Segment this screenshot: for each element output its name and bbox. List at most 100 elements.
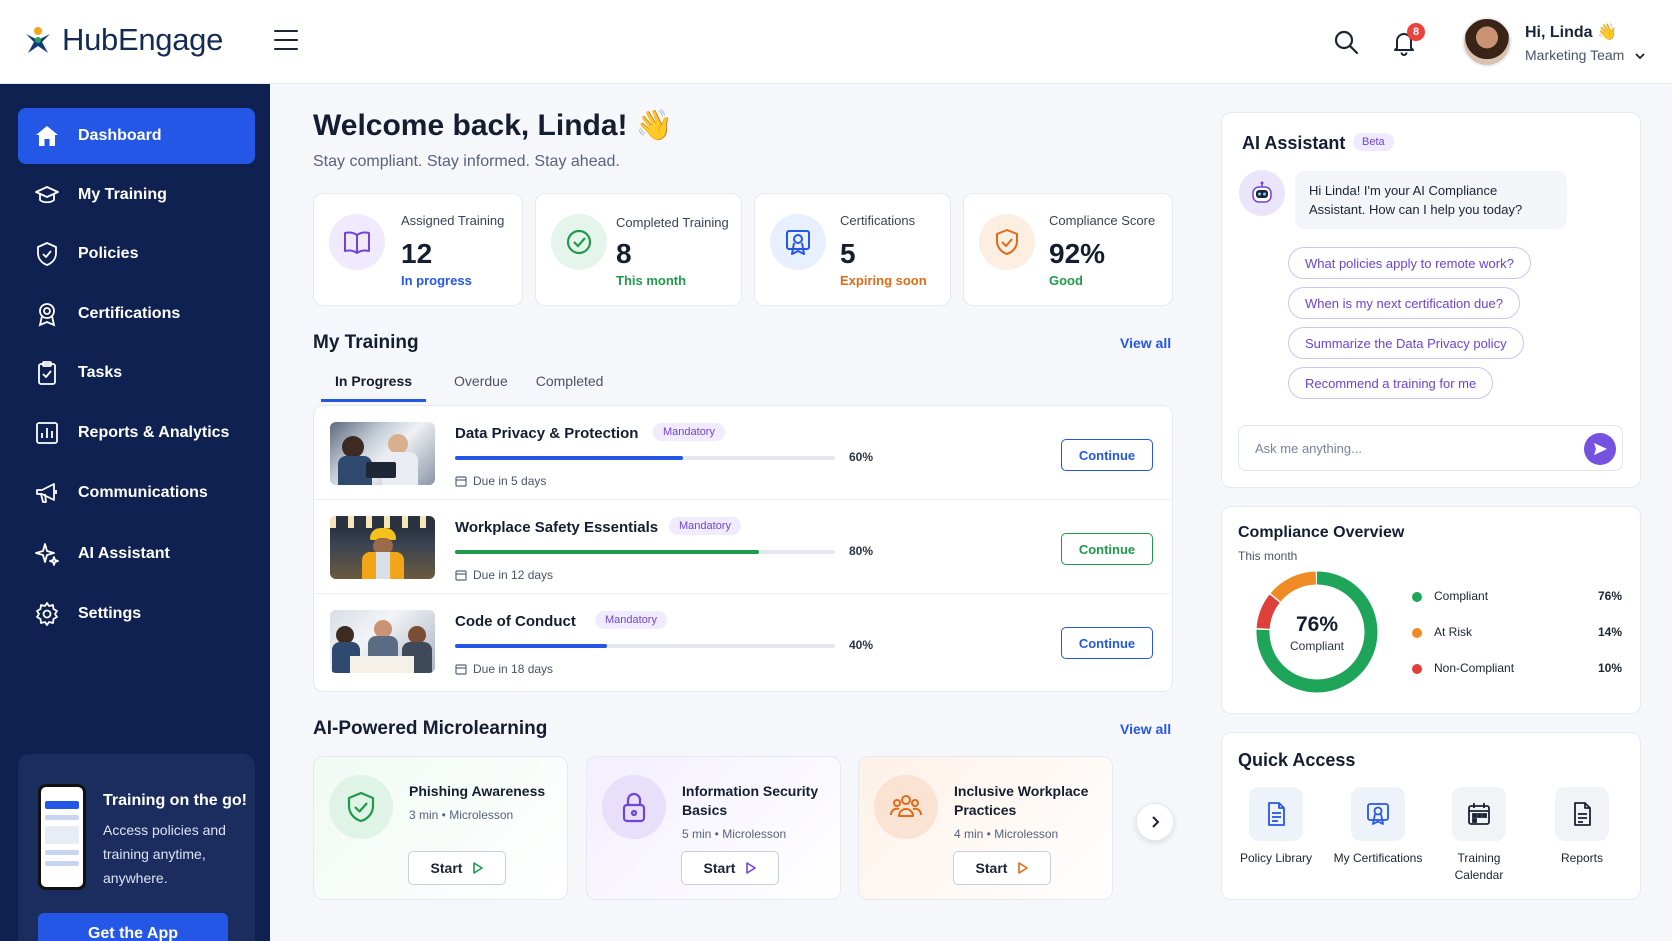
microlesson-card[interactable]: Inclusive Workplace Practices 4 min • Mi… xyxy=(858,756,1113,900)
avatar[interactable] xyxy=(1462,17,1512,67)
quick-access-reports[interactable]: Reports xyxy=(1537,787,1627,867)
training-list: Data Privacy & Protection Mandatory 60% … xyxy=(313,405,1173,692)
progress-bar-fill xyxy=(455,644,607,648)
continue-button[interactable]: Continue xyxy=(1061,439,1153,471)
legend-dot xyxy=(1412,628,1422,638)
microlearning-view-all-link[interactable]: View all xyxy=(1120,721,1171,737)
progress-percent: 60% xyxy=(849,450,874,464)
due-text: Due in 5 days xyxy=(473,474,547,488)
microlesson-title: Information Security Basics xyxy=(682,783,819,818)
quick-access-my-certifications[interactable]: My Certifications xyxy=(1333,787,1423,867)
progress-percent: 80% xyxy=(849,544,874,558)
due-date: Due in 5 days xyxy=(455,474,546,488)
sidebar-item-reports-analytics[interactable]: Reports & Analytics xyxy=(18,405,255,461)
calendar-icon xyxy=(455,664,467,675)
sidebar-item-communications[interactable]: Communications xyxy=(18,465,255,521)
tab-overdue[interactable]: Overdue xyxy=(440,368,522,402)
user-team[interactable]: Marketing Team xyxy=(1525,47,1624,63)
suggestion-chip[interactable]: What policies apply to remote work? xyxy=(1288,247,1531,279)
robot-icon xyxy=(1239,170,1285,216)
quick-access-training-calendar[interactable]: Training Calendar xyxy=(1434,787,1524,884)
course-thumbnail xyxy=(330,422,435,485)
send-button[interactable] xyxy=(1584,433,1616,465)
continue-button[interactable]: Continue xyxy=(1061,533,1153,565)
stat-card-compliance-score[interactable]: Compliance Score 92% Good xyxy=(963,193,1173,306)
table-row[interactable]: Workplace Safety Essentials Mandatory 80… xyxy=(314,500,1172,594)
continue-button[interactable]: Continue xyxy=(1061,627,1153,659)
certificate-icon xyxy=(770,214,826,270)
stat-label: Assigned Training xyxy=(401,213,505,228)
microlesson-card[interactable]: Phishing Awareness 3 min • Microlesson S… xyxy=(313,756,568,900)
promo-text: Access policies and training anytime, an… xyxy=(103,822,226,886)
people-icon xyxy=(874,775,938,839)
sidebar-item-label: Settings xyxy=(78,605,142,622)
course-name[interactable]: Code of Conduct xyxy=(455,613,576,630)
carousel-next-button[interactable] xyxy=(1136,803,1174,841)
mandatory-badge: Mandatory xyxy=(653,423,725,441)
tab-completed[interactable]: Completed xyxy=(522,368,618,402)
sidebar-item-my-training[interactable]: My Training xyxy=(18,167,255,223)
due-date: Due in 18 days xyxy=(455,662,553,676)
compliance-overview-period: This month xyxy=(1238,549,1298,563)
sidebar-item-certifications[interactable]: Certifications xyxy=(18,286,255,342)
legend-item-compliant: Compliant 76% xyxy=(1412,587,1622,607)
stat-sub: In progress xyxy=(401,273,472,288)
app-logo[interactable]: HubEngage xyxy=(22,22,223,58)
mandatory-badge: Mandatory xyxy=(669,517,741,535)
user-greeting[interactable]: Hi, Linda 👋 xyxy=(1525,22,1617,42)
sidebar-item-label: Tasks xyxy=(78,364,123,381)
check-circle-icon xyxy=(551,214,607,270)
my-training-title: My Training xyxy=(313,332,419,353)
calendar-icon xyxy=(1452,787,1506,841)
sidebar-item-policies[interactable]: Policies xyxy=(18,226,255,282)
send-icon xyxy=(1594,443,1607,455)
start-label: Start xyxy=(703,860,736,876)
table-row[interactable]: Data Privacy & Protection Mandatory 60% … xyxy=(314,406,1172,500)
sidebar-item-dashboard[interactable]: Dashboard xyxy=(18,108,255,164)
training-tabs: In Progress Overdue Completed xyxy=(321,368,617,402)
play-icon xyxy=(746,862,757,874)
course-name[interactable]: Data Privacy & Protection xyxy=(455,425,638,442)
ai-assistant-panel: AI Assistant Beta Hi Linda! I'm your AI … xyxy=(1221,112,1641,488)
sidebar-item-label: Policies xyxy=(78,245,139,262)
start-button[interactable]: Start xyxy=(681,851,779,885)
stat-card-assigned-training[interactable]: Assigned Training 12 In progress xyxy=(313,193,523,306)
quick-access-policy-library[interactable]: Policy Library xyxy=(1231,787,1321,867)
page-title: Welcome back, Linda! 👋 xyxy=(313,109,674,142)
quick-access-label: Policy Library xyxy=(1239,851,1313,865)
sidebar-item-ai-assistant[interactable]: AI Assistant xyxy=(18,526,255,582)
quick-access-label: Training Calendar xyxy=(1454,851,1504,882)
stat-card-completed-training[interactable]: Completed Training 8 This month xyxy=(535,193,742,306)
start-button[interactable]: Start xyxy=(953,851,1051,885)
shield-icon xyxy=(37,242,57,266)
course-name[interactable]: Workplace Safety Essentials xyxy=(455,519,658,536)
suggestion-chip[interactable]: When is my next certification due? xyxy=(1288,287,1520,319)
progress-bar xyxy=(455,644,835,648)
ai-chat-input[interactable] xyxy=(1238,425,1623,471)
table-row[interactable]: Code of Conduct Mandatory 40% Due in 18 … xyxy=(314,594,1172,688)
legend-name: At Risk xyxy=(1434,625,1473,639)
microlesson-meta: 3 min • Microlesson xyxy=(409,808,514,822)
microlesson-card[interactable]: Information Security Basics 5 min • Micr… xyxy=(586,756,841,900)
sidebar-item-settings[interactable]: Settings xyxy=(18,586,255,642)
start-button[interactable]: Start xyxy=(408,851,506,885)
chevron-down-icon[interactable] xyxy=(1634,50,1646,62)
legend-value: 14% xyxy=(1597,625,1622,639)
suggestion-chip[interactable]: Summarize the Data Privacy policy xyxy=(1288,327,1524,359)
compliance-overview-panel: Compliance Overview This month 76% Compl… xyxy=(1221,506,1641,714)
menu-toggle-icon[interactable] xyxy=(274,30,298,52)
suggestion-chip[interactable]: Recommend a training for me xyxy=(1288,367,1494,399)
legend-item-non-compliant: Non-Compliant 10% xyxy=(1412,659,1622,679)
my-training-view-all-link[interactable]: View all xyxy=(1120,335,1171,351)
progress-bar-fill xyxy=(455,456,683,460)
legend-name: Compliant xyxy=(1434,589,1489,603)
sidebar-item-tasks[interactable]: Tasks xyxy=(18,345,255,401)
search-icon[interactable] xyxy=(1333,29,1359,55)
get-app-button[interactable]: Get the App xyxy=(38,913,228,941)
stat-value: 8 xyxy=(616,238,632,269)
shield-check-icon xyxy=(329,775,393,839)
quick-access-label: Reports xyxy=(1560,851,1604,865)
stat-card-certifications[interactable]: Certifications 5 Expiring soon xyxy=(754,193,951,306)
notification-badge: 8 xyxy=(1407,23,1425,41)
tab-in-progress[interactable]: In Progress xyxy=(321,368,427,402)
